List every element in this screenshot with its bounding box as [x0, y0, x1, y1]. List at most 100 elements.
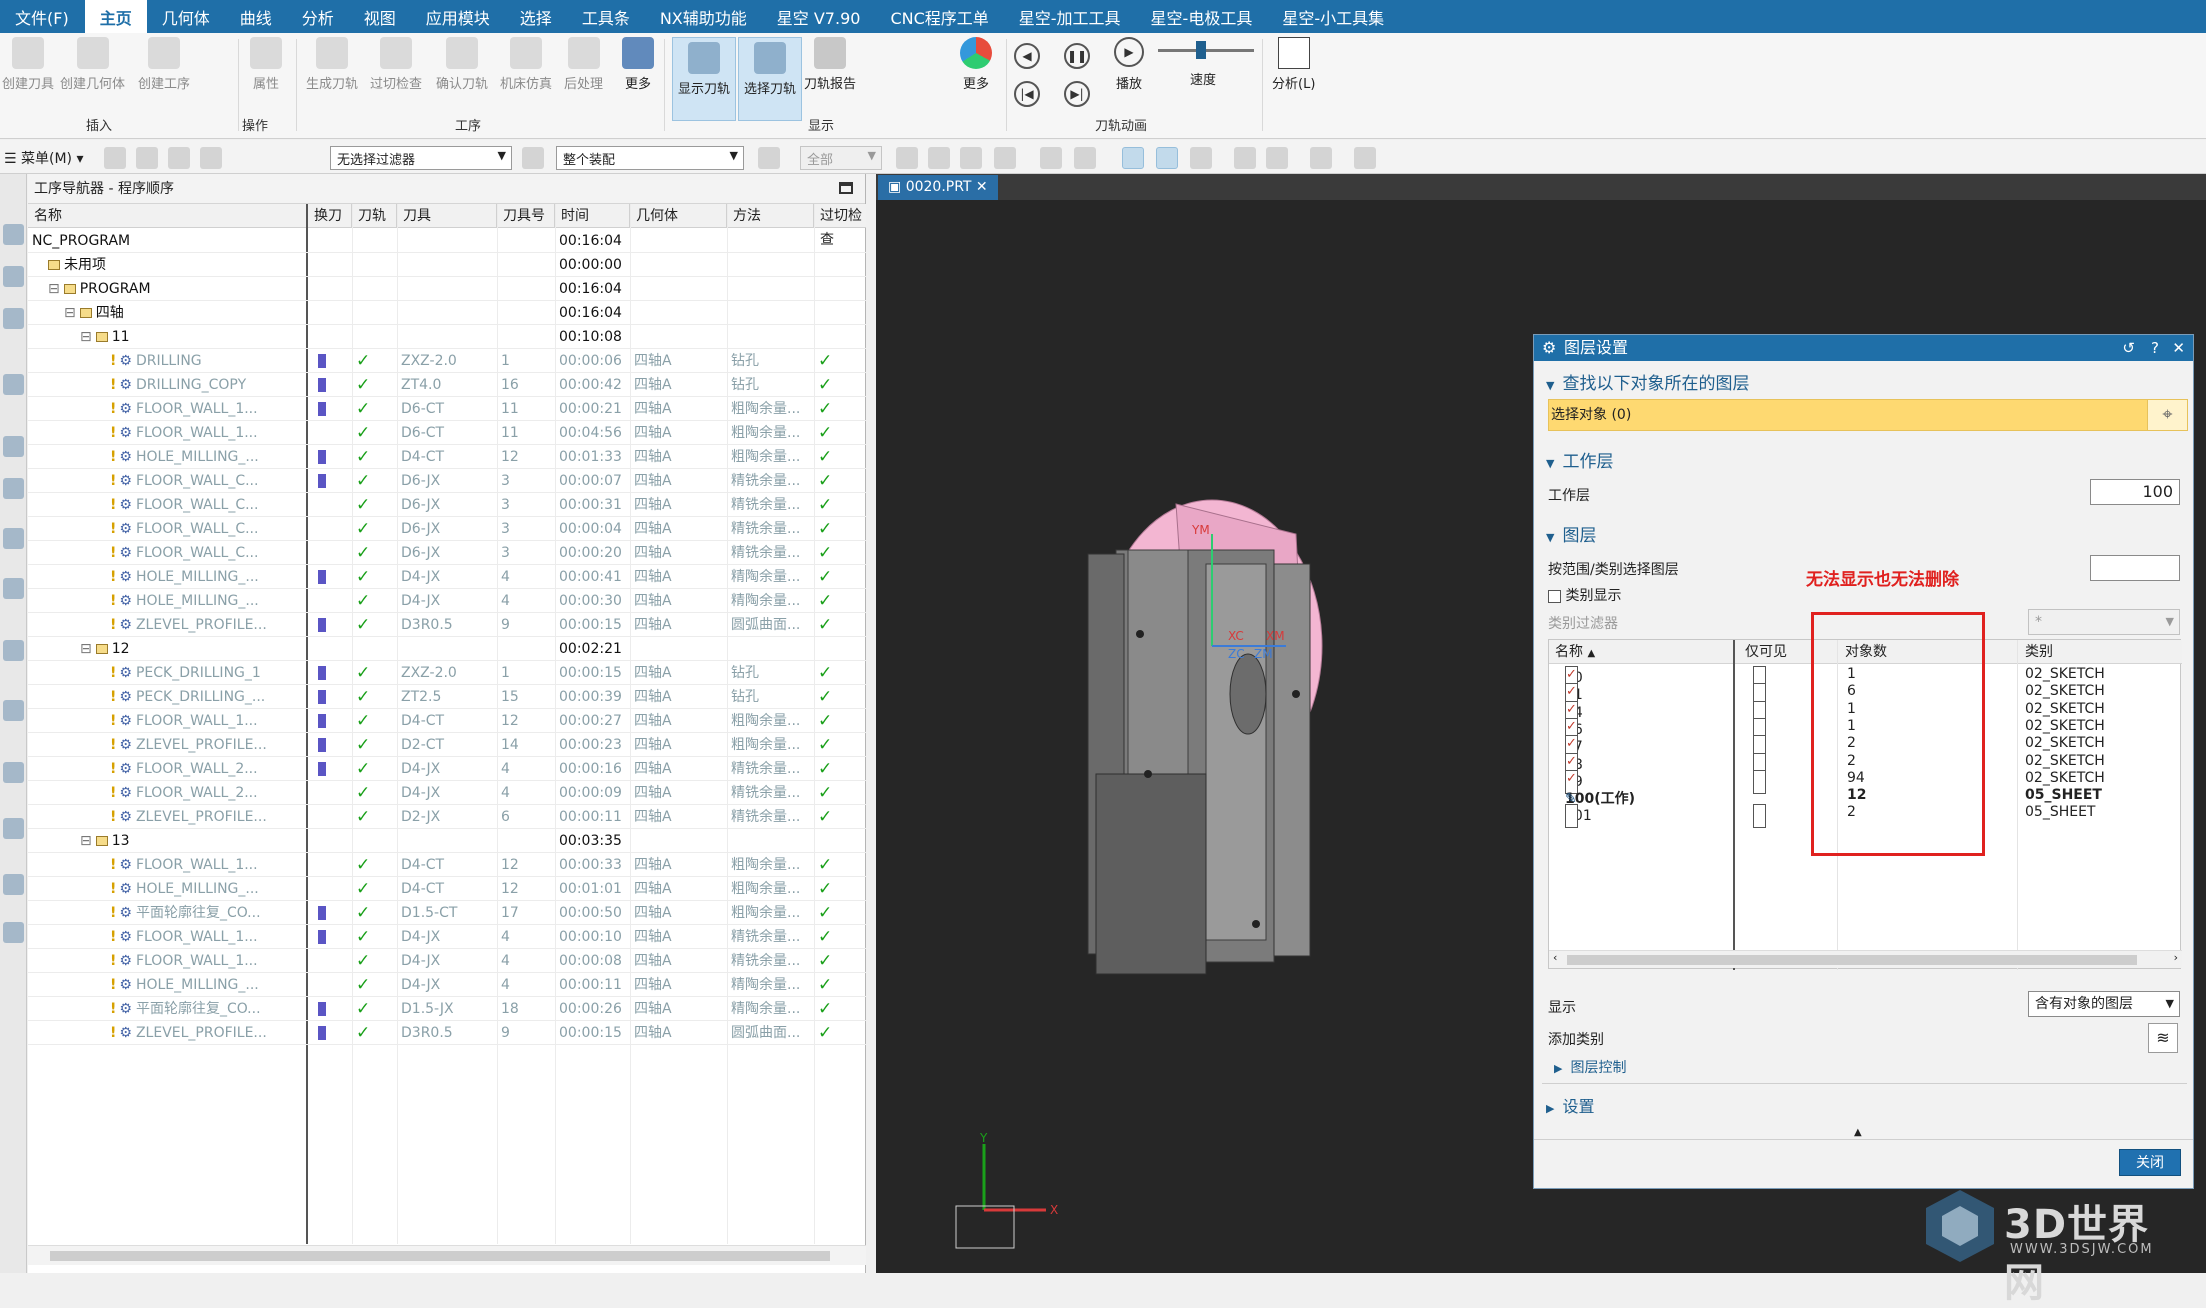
collapse-icon[interactable]: ⊟ [80, 641, 92, 657]
wcs-icon[interactable] [1122, 147, 1144, 169]
col-method[interactable]: 方法 [727, 204, 814, 228]
operation-row[interactable]: ! ⚙ FLOOR_WALL_1... ✓ D4-CT 12 00:00:27 四轴A 粗陶余量… [28, 709, 866, 733]
col-path[interactable]: 刀轨 [352, 204, 397, 228]
section-layers[interactable]: ▼ 图层 [1546, 521, 1596, 546]
scroll-right-icon[interactable]: › [2174, 951, 2178, 964]
history-icon[interactable] [3, 762, 24, 783]
filter-icon[interactable] [522, 147, 544, 169]
operation-row[interactable]: ! ⚙ DRILLING ✓ ZXZ-2.0 1 00:00:06 四轴A 钻孔 ✓ [28, 349, 866, 373]
menu-item[interactable]: 分析 [287, 0, 349, 33]
path-report-button[interactable]: 刀轨报告 [804, 37, 856, 92]
cube-icon[interactable] [1074, 147, 1096, 169]
operation-row[interactable]: ! ⚙ ZLEVEL_PROFILE... ✓ D3R0.5 9 00:00:15 四轴A 圆弧… [28, 613, 866, 637]
wcs-icon[interactable] [1190, 147, 1212, 169]
operation-row[interactable]: ! ⚙ HOLE_MILLING_... ✓ D4-CT 12 00:01:33 四轴A 粗陶余… [28, 445, 866, 469]
more-display-button[interactable]: 更多 [960, 37, 992, 92]
maximize-icon[interactable] [839, 182, 853, 194]
menu-item[interactable]: 选择 [505, 0, 567, 33]
collapse-icon[interactable]: ⊟ [80, 833, 92, 849]
menu-item[interactable]: 曲线 [225, 0, 287, 33]
group-row[interactable]: ⊟ PROGRAM 00:16:04 [28, 277, 866, 301]
operation-row[interactable]: ! ⚙ HOLE_MILLING_... ✓ D4-JX 4 00:00:11 四轴A 精陶余量… [28, 973, 866, 997]
display-combo[interactable]: 含有对象的图层 ▼ [2028, 991, 2180, 1017]
navigator-horizontal-scrollbar[interactable] [28, 1245, 866, 1265]
pause-icon[interactable]: ❚❚ [1064, 43, 1090, 69]
operation-navigator-icon[interactable] [3, 374, 24, 395]
group-row[interactable]: ⊟ 四轴 00:16:04 [28, 301, 866, 325]
postprocess-button[interactable]: 后处理 [564, 37, 603, 92]
work-layer-input[interactable]: 100 [2090, 479, 2180, 505]
collapse-icon[interactable]: ⊟ [80, 329, 92, 345]
menu-item[interactable]: 星空 V7.90 [762, 0, 876, 33]
menu-item[interactable]: 主页 [83, 0, 147, 33]
operation-row[interactable]: ! ⚙ ZLEVEL_PROFILE... ✓ D3R0.5 9 00:00:15 四轴A 圆弧… [28, 1021, 866, 1045]
col-swap[interactable]: 换刀 [308, 204, 352, 228]
menu-button[interactable]: ☰ 菜单(M) ▾ [4, 148, 84, 168]
operation-row[interactable]: ! ⚙ ZLEVEL_PROFILE... ✓ D2-CT 14 00:00:23 四轴A 粗陶… [28, 733, 866, 757]
crosshair-icon[interactable]: ⌖ [2147, 400, 2187, 430]
menu-item[interactable]: 星空-加工工具 [1004, 0, 1136, 33]
operation-row[interactable]: ! ⚙ FLOOR_WALL_1... ✓ D6-CT 11 00:00:21 四轴A 粗陶余量… [28, 397, 866, 421]
col-visible-only[interactable]: 仅可见 [1739, 640, 1819, 664]
col-tool[interactable]: 刀具 [397, 204, 497, 228]
reset-icon[interactable]: ↺ [2122, 335, 2135, 361]
operation-row[interactable]: ! ⚙ FLOOR_WALL_2... ✓ D4-JX 4 00:00:09 四轴A 精铣余量.… [28, 781, 866, 805]
collapse-icon[interactable]: ⊟ [48, 281, 60, 297]
create-tool-button[interactable]: 创建刀具 [2, 37, 54, 92]
library-icon[interactable] [3, 478, 24, 499]
col-gouge-check[interactable]: 过切检查 [814, 204, 866, 248]
menu-item[interactable]: 星空-电极工具 [1136, 0, 1268, 33]
selection-filter-dropdown[interactable]: 无选择过滤器 ▼ [330, 146, 512, 170]
generate-path-button[interactable]: 生成刀轨 [306, 37, 358, 92]
create-operation-button[interactable]: 创建工序 [138, 37, 190, 92]
snap-icon[interactable] [928, 147, 950, 169]
process-studio-icon[interactable] [3, 818, 24, 839]
layer-visible-checkbox[interactable] [1565, 804, 1578, 829]
tb-tool-icon[interactable] [200, 147, 222, 169]
manufacturing-wizard-icon[interactable] [3, 922, 24, 943]
operation-row[interactable]: ! ⚙ FLOOR_WALL_1... ✓ D4-JX 4 00:00:08 四轴A 精铣余量.… [28, 949, 866, 973]
constraint-navigator-icon[interactable] [3, 308, 24, 329]
operation-row[interactable]: ! ⚙ FLOOR_WALL_C... ✓ D6-JX 3 00:00:07 四轴A 精铣余量.… [28, 469, 866, 493]
menu-item[interactable]: 应用模块 [411, 0, 505, 33]
step-back-icon[interactable]: |◀ [1014, 81, 1040, 107]
roles-icon[interactable] [3, 640, 24, 661]
operation-row[interactable]: ! ⚙ ZLEVEL_PROFILE... ✓ D2-JX 6 00:00:11 四轴A 精铣余… [28, 805, 866, 829]
layers-stack-icon[interactable]: ≋ [2148, 1023, 2178, 1053]
menu-item[interactable]: NX辅助功能 [645, 0, 762, 33]
group-row[interactable]: ⊟ 12 00:02:21 [28, 637, 866, 661]
verify-path-button[interactable]: 确认刀轨 [436, 37, 488, 92]
type-filter-icon[interactable] [758, 147, 780, 169]
section-find-layers[interactable]: ▼ 查找以下对象所在的图层 [1546, 369, 1749, 394]
prev-icon[interactable]: ◀ [1014, 43, 1040, 69]
group-row[interactable]: 未用项 00:00:00 [28, 253, 866, 277]
snap-icon[interactable] [896, 147, 918, 169]
show-path-button[interactable]: 显示刀轨 [672, 37, 736, 121]
col-category[interactable]: 类别 [2019, 640, 2159, 664]
col-name[interactable]: 名称 [28, 204, 308, 228]
group-row[interactable]: ⊟ 13 00:03:35 [28, 829, 866, 853]
operation-row[interactable]: ! ⚙ FLOOR_WALL_1... ✓ D4-CT 12 00:00:33 四轴A 粗陶余量… [28, 853, 866, 877]
part-navigator-icon[interactable] [3, 224, 24, 245]
category-display-checkbox[interactable]: 类别显示 [1548, 585, 1621, 605]
more-options-icon[interactable]: ▲ [1854, 1127, 1862, 1138]
tb-tool-icon[interactable] [136, 147, 158, 169]
col-tool-number[interactable]: 刀具号 [497, 204, 555, 228]
create-geometry-button[interactable]: 创建几何体 [60, 37, 125, 92]
help-icon[interactable]: ? [2151, 335, 2159, 361]
assembly-navigator-icon[interactable] [3, 266, 24, 287]
step-forward-icon[interactable]: ▶| [1064, 81, 1090, 107]
view-icon[interactable] [1234, 147, 1256, 169]
gouge-check-button[interactable]: 过切检查 [370, 37, 422, 92]
col-layer-name[interactable]: 名称 ▲ [1549, 640, 1739, 664]
wcs-icon[interactable] [1156, 147, 1178, 169]
col-geometry[interactable]: 几何体 [630, 204, 727, 228]
col-time[interactable]: 时间 [555, 204, 630, 228]
view-icon[interactable] [1266, 147, 1288, 169]
analyze-button[interactable]: 分析(L) [1272, 37, 1315, 92]
palette-icon[interactable] [3, 528, 24, 549]
assembly-scope-dropdown[interactable]: 整个装配 ▼ [556, 146, 744, 170]
menu-item[interactable]: 几何体 [147, 0, 225, 33]
menu-item[interactable]: 文件(F) [0, 0, 84, 33]
operation-row[interactable]: ! ⚙ 平面轮廓往复_CO... ✓ D1.5-JX 18 00:00:26 四轴A 精陶余量.… [28, 997, 866, 1021]
